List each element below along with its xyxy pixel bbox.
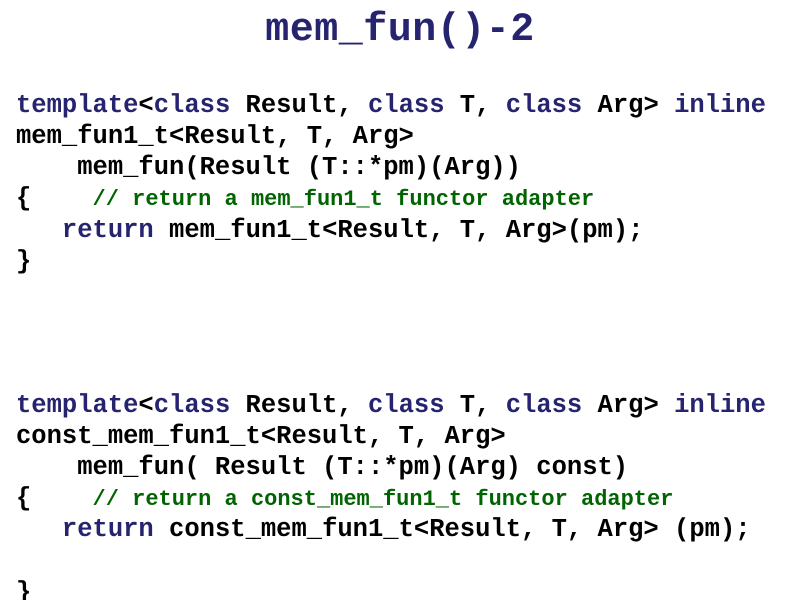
text: Result, bbox=[230, 91, 368, 120]
kw-inline: inline bbox=[674, 91, 766, 120]
text: Arg> bbox=[582, 391, 674, 420]
text: Result, bbox=[230, 391, 368, 420]
code-line: mem_fun1_t<Result, T, Arg> bbox=[16, 122, 414, 151]
kw-class: class bbox=[154, 91, 231, 120]
text: const_mem_fun1_t<Result, T, Arg> (pm); bbox=[154, 515, 751, 544]
comment: // return a mem_fun1_t functor adapter bbox=[93, 187, 595, 212]
kw-return: return bbox=[62, 515, 154, 544]
code-line: mem_fun( Result (T::*pm)(Arg) const) bbox=[16, 453, 628, 482]
kw-class: class bbox=[368, 91, 445, 120]
kw-template: template bbox=[16, 91, 138, 120]
kw-class: class bbox=[368, 391, 445, 420]
blank-line bbox=[16, 333, 784, 359]
kw-class: class bbox=[506, 391, 583, 420]
code-block-1: template<class Result, class T, class Ar… bbox=[16, 59, 784, 600]
text: < bbox=[138, 391, 153, 420]
code-line: const_mem_fun1_t<Result, T, Arg> bbox=[16, 422, 506, 451]
indent bbox=[16, 515, 62, 544]
text: T, bbox=[445, 91, 506, 120]
brace-open: { bbox=[16, 484, 93, 513]
kw-return: return bbox=[62, 216, 154, 245]
text: mem_fun1_t<Result, T, Arg>(pm); bbox=[154, 216, 644, 245]
text: Arg> bbox=[582, 91, 674, 120]
kw-template: template bbox=[16, 391, 138, 420]
slide-title: mem_fun()-2 bbox=[16, 8, 784, 53]
kw-inline: inline bbox=[674, 391, 766, 420]
code-line: mem_fun(Result (T::*pm)(Arg)) bbox=[16, 153, 521, 182]
indent bbox=[16, 216, 62, 245]
text: T, bbox=[445, 391, 506, 420]
brace-close: } bbox=[16, 578, 31, 600]
text: < bbox=[138, 91, 153, 120]
comment: // return a const_mem_fun1_t functor ada… bbox=[93, 487, 674, 512]
kw-class: class bbox=[506, 91, 583, 120]
kw-class: class bbox=[154, 391, 231, 420]
brace-close: } bbox=[16, 247, 31, 276]
blank-line bbox=[16, 277, 784, 303]
slide: mem_fun()-2 template<class Result, class… bbox=[0, 0, 800, 600]
brace-open: { bbox=[16, 184, 93, 213]
